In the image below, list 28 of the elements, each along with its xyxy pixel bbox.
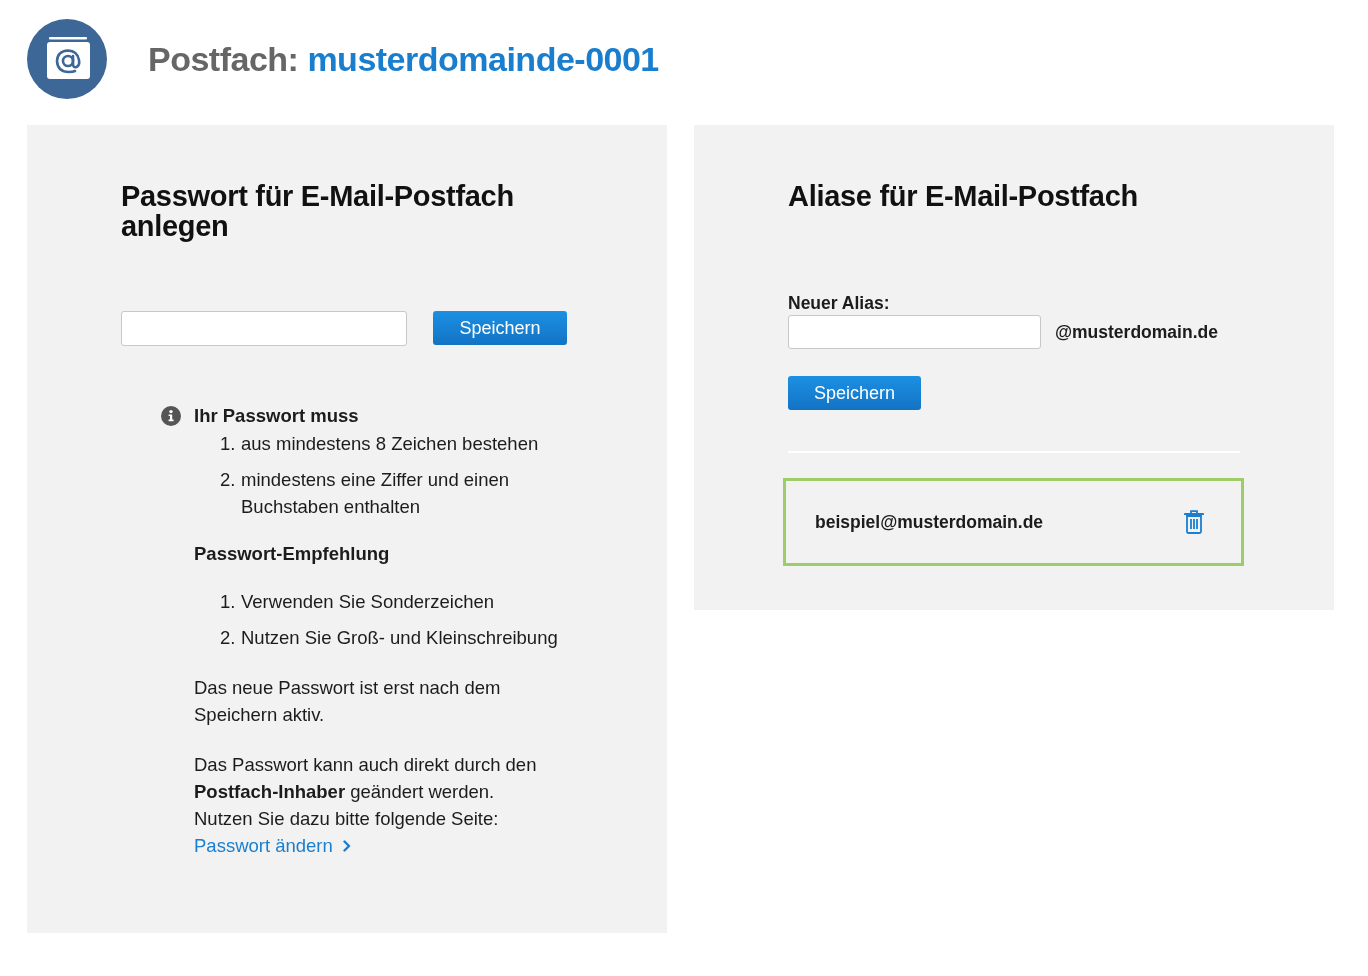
domain-suffix: @musterdomain.de: [1055, 321, 1218, 343]
list-number: 2.: [220, 468, 237, 492]
password-input[interactable]: [121, 311, 407, 346]
recommendation-text: Nutzen Sie Groß- und Kleinschreibung: [241, 626, 558, 650]
alias-address: beispiel@musterdomain.de: [815, 511, 1044, 533]
requirements-heading: Ihr Passwort muss: [194, 404, 359, 428]
new-alias-label: Neuer Alias:: [788, 292, 890, 315]
requirement-text: mindestens eine Ziffer und einen Buchstaben enthalten: [241, 468, 511, 519]
recommendation-text: Verwenden Sie Sonderzeichen: [241, 590, 494, 614]
list-number: 1.: [220, 590, 237, 614]
note-text: Das Passwort kann auch direkt durch den Postfach-Inhaber geändert werden.: [194, 753, 538, 804]
panel-title: Aliase für E-Mail-Postfach: [788, 181, 1138, 211]
list-number: 1.: [220, 432, 237, 456]
trash-icon[interactable]: [1184, 510, 1204, 534]
list-number: 2.: [220, 626, 237, 650]
change-password-link[interactable]: Passwort ändern: [194, 832, 351, 859]
recommendation-heading: Passwort-Empfehlung: [194, 542, 390, 566]
requirement-text: aus mindestens 8 Zeichen bestehen: [241, 432, 539, 456]
save-button[interactable]: Speichern: [433, 311, 567, 345]
mailbox-at-icon: [27, 19, 107, 99]
info-icon: [161, 405, 181, 426]
save-button[interactable]: Speichern: [788, 376, 921, 410]
note-text: Nutzen Sie dazu bitte folgende Seite:: [194, 807, 499, 831]
page-title: Postfach: musterdomainde-0001: [148, 39, 659, 79]
note-text: Das neue Passwort ist erst nach dem Speichern aktiv.: [194, 676, 502, 727]
panel-title: Passwort für E-Mail-Postfach anlegen: [121, 181, 515, 241]
alias-input[interactable]: [788, 315, 1041, 349]
chevron-right-icon: [342, 839, 351, 852]
